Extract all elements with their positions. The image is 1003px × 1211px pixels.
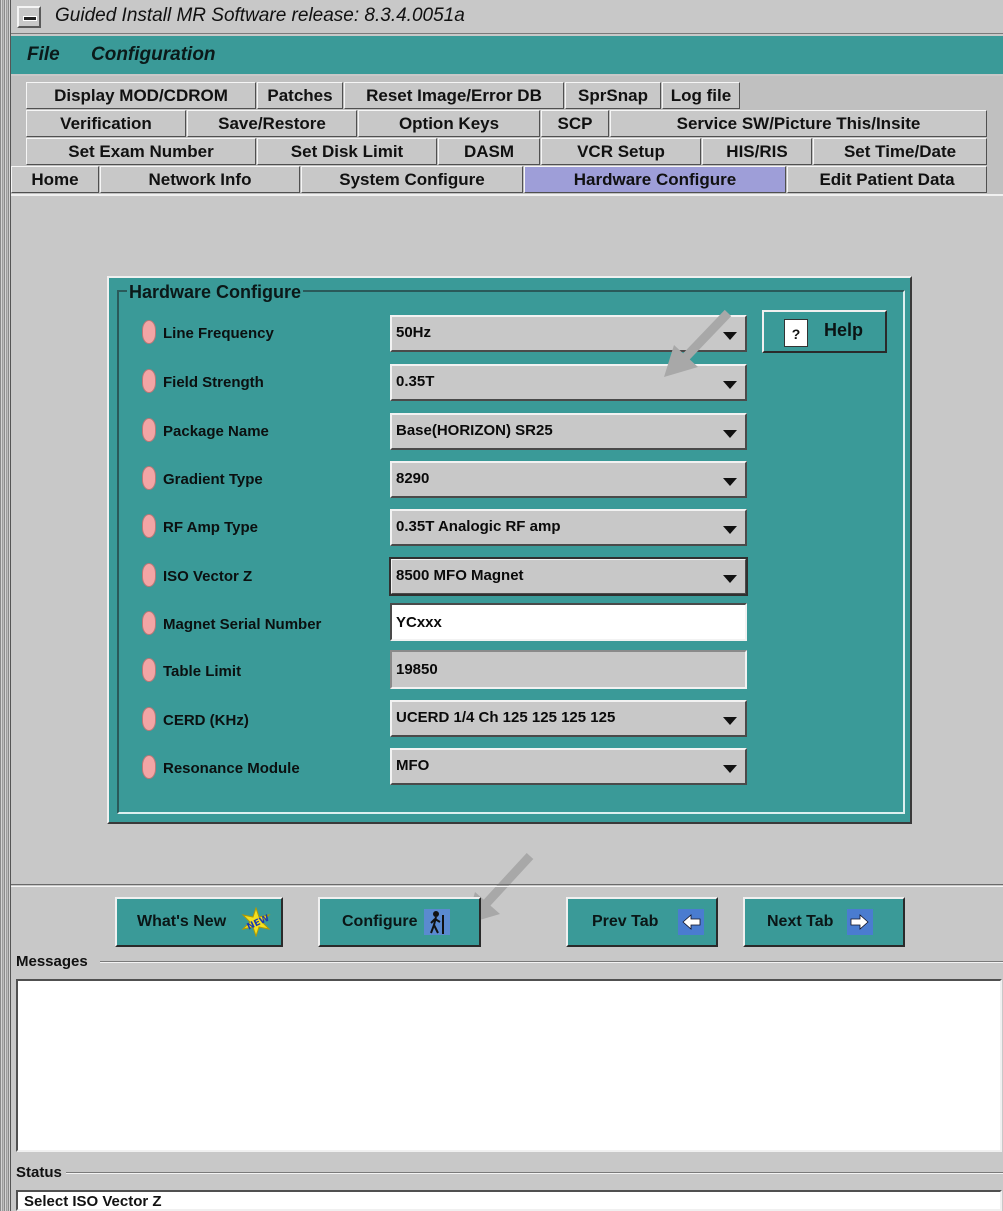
label-table-limit: Table Limit bbox=[163, 663, 242, 680]
group-title: Hardware Configure bbox=[127, 282, 304, 303]
tab-edit-patient-data[interactable]: Edit Patient Data bbox=[787, 166, 987, 193]
tab-scp[interactable]: SCP bbox=[541, 110, 609, 137]
select-rf-amp-type[interactable]: 0.35T Analogic RF amp bbox=[390, 509, 747, 546]
dropdown-arrow-icon bbox=[723, 765, 737, 773]
tab-set-exam-number[interactable]: Set Exam Number bbox=[26, 138, 256, 165]
status-rule bbox=[66, 1172, 1003, 1174]
tab-sprsnap[interactable]: SprSnap bbox=[565, 82, 661, 109]
label-magnet-serial-number: Magnet Serial Number bbox=[163, 616, 322, 633]
status-led-icon bbox=[142, 418, 156, 442]
configure-button[interactable]: Configure bbox=[318, 897, 481, 947]
label-line-frequency: Line Frequency bbox=[163, 325, 274, 342]
status-led-icon bbox=[142, 755, 156, 779]
title-bar: Guided Install MR Software release: 8.3.… bbox=[11, 0, 1003, 34]
dropdown-arrow-icon bbox=[723, 526, 737, 534]
label-gradient-type: Gradient Type bbox=[163, 471, 263, 488]
help-button[interactable]: ? Help bbox=[762, 310, 887, 353]
status-label: Status bbox=[16, 1164, 65, 1181]
dropdown-arrow-icon bbox=[723, 478, 737, 486]
new-star-icon: NEW bbox=[241, 907, 271, 937]
arrow-right-icon bbox=[847, 909, 873, 935]
menu-configuration[interactable]: Configuration bbox=[91, 44, 216, 66]
messages-label: Messages bbox=[16, 953, 91, 970]
select-gradient-type[interactable]: 8290 bbox=[390, 461, 747, 498]
dropdown-arrow-icon bbox=[723, 381, 737, 389]
status-led-icon bbox=[142, 466, 156, 490]
tab-his-ris[interactable]: HIS/RIS bbox=[702, 138, 812, 165]
select-iso-vector-z[interactable]: 8500 MFO Magnet bbox=[389, 557, 748, 596]
label-resonance-module: Resonance Module bbox=[163, 760, 300, 777]
label-iso-vector-z: ISO Vector Z bbox=[163, 568, 253, 585]
menu-file[interactable]: File bbox=[27, 44, 60, 66]
dropdown-arrow-icon bbox=[723, 717, 737, 725]
tab-system-configure[interactable]: System Configure bbox=[301, 166, 523, 193]
tab-hardware-configure[interactable]: Hardware Configure bbox=[524, 166, 786, 193]
label-package-name: Package Name bbox=[163, 423, 269, 440]
prev-tab-button[interactable]: Prev Tab bbox=[566, 897, 718, 947]
tab-option-keys[interactable]: Option Keys bbox=[358, 110, 540, 137]
field-table-limit: 19850 bbox=[390, 650, 747, 689]
tab-set-time-date[interactable]: Set Time/Date bbox=[813, 138, 987, 165]
label-cerd-khz: CERD (KHz) bbox=[163, 712, 249, 729]
tab-home[interactable]: Home bbox=[11, 166, 99, 193]
tab-log-file[interactable]: Log file bbox=[662, 82, 740, 109]
tab-save-restore[interactable]: Save/Restore bbox=[187, 110, 357, 137]
tab-vcr-setup[interactable]: VCR Setup bbox=[541, 138, 701, 165]
status-led-icon bbox=[142, 707, 156, 731]
status-led-icon bbox=[142, 563, 156, 587]
dropdown-arrow-icon bbox=[723, 430, 737, 438]
separator bbox=[11, 884, 1003, 887]
select-package-name[interactable]: Base(HORIZON) SR25 bbox=[390, 413, 747, 450]
status-led-icon bbox=[142, 658, 156, 682]
arrow-left-icon bbox=[678, 909, 704, 935]
tab-verification[interactable]: Verification bbox=[26, 110, 186, 137]
tab-reset-image-error-db[interactable]: Reset Image/Error DB bbox=[344, 82, 564, 109]
status-led-icon bbox=[142, 514, 156, 538]
window-left-border bbox=[0, 0, 11, 1211]
menu-bar: File Configuration bbox=[11, 36, 1003, 74]
select-resonance-module[interactable]: MFO bbox=[390, 748, 747, 785]
hardware-configure-panel: Hardware Configure bbox=[107, 276, 912, 824]
tab-patches[interactable]: Patches bbox=[257, 82, 343, 109]
label-field-strength: Field Strength bbox=[163, 374, 264, 391]
hiker-icon bbox=[424, 909, 450, 935]
window-menu-button[interactable] bbox=[17, 6, 41, 28]
status-led-icon bbox=[142, 320, 156, 344]
dropdown-arrow-icon bbox=[723, 575, 737, 583]
status-led-icon bbox=[142, 611, 156, 635]
messages-rule bbox=[100, 961, 1003, 963]
annotation-arrow-icon bbox=[664, 309, 732, 377]
messages-box[interactable] bbox=[16, 979, 1002, 1152]
tab-dasm[interactable]: DASM bbox=[438, 138, 540, 165]
select-cerd-khz[interactable]: UCERD 1/4 Ch 125 125 125 125 bbox=[390, 700, 747, 737]
window-title: Guided Install MR Software release: 8.3.… bbox=[55, 5, 465, 26]
tab-set-disk-limit[interactable]: Set Disk Limit bbox=[257, 138, 437, 165]
tab-network-info[interactable]: Network Info bbox=[100, 166, 300, 193]
status-text: Select ISO Vector Z bbox=[24, 1193, 162, 1210]
help-question-icon: ? bbox=[784, 319, 808, 347]
tab-service-sw[interactable]: Service SW/Picture This/Insite bbox=[610, 110, 987, 137]
label-rf-amp-type: RF Amp Type bbox=[163, 519, 259, 536]
status-box: Select ISO Vector Z bbox=[16, 1190, 1002, 1211]
input-magnet-serial-number[interactable]: YCxxx bbox=[390, 603, 747, 641]
whats-new-button[interactable]: What's New NEW bbox=[115, 897, 283, 947]
status-led-icon bbox=[142, 369, 156, 393]
next-tab-button[interactable]: Next Tab bbox=[743, 897, 905, 947]
tab-display-mod-cdrom[interactable]: Display MOD/CDROM bbox=[26, 82, 256, 109]
tab-strip: Display MOD/CDROM Patches Reset Image/Er… bbox=[11, 76, 1003, 194]
